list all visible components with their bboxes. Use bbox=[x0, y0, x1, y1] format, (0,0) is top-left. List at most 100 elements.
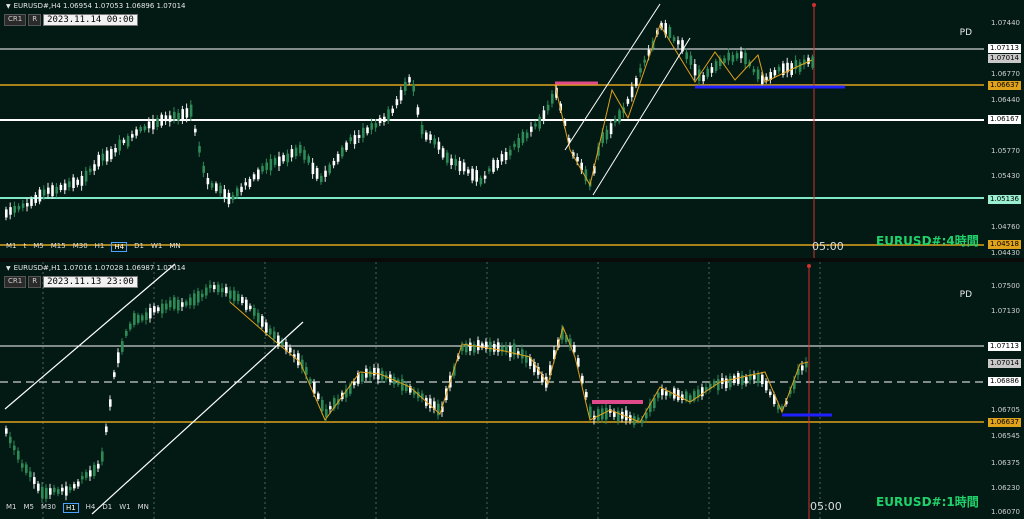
candle-body bbox=[349, 137, 352, 142]
candle-body bbox=[265, 162, 268, 170]
candle-body bbox=[373, 368, 376, 376]
cr1-button[interactable]: CR1 bbox=[4, 14, 27, 26]
candle-body bbox=[735, 53, 739, 59]
candle-body bbox=[118, 139, 121, 151]
h4-title-text: EURUSD#,H4 1.06954 1.07053 1.06896 1.070… bbox=[13, 2, 186, 10]
timeframe-mn[interactable]: MN bbox=[138, 503, 149, 513]
h1-watermark: EURUSD#:1時間 bbox=[876, 495, 979, 509]
candle-body bbox=[185, 108, 189, 118]
candle-body bbox=[345, 142, 348, 150]
h1-chart-pane[interactable]: ▼ EURUSD#,H1 1.07016 1.07028 1.06987 1.07… bbox=[0, 262, 1024, 519]
candle-body bbox=[357, 134, 361, 139]
candle-body bbox=[129, 323, 132, 330]
candle-body bbox=[614, 119, 617, 123]
timeframe-m15[interactable]: M15 bbox=[51, 242, 66, 252]
candle-body bbox=[77, 481, 80, 487]
h4-chart-title: ▼ EURUSD#,H4 1.06954 1.07053 1.06896 1.07… bbox=[6, 2, 186, 10]
timeframe-h1[interactable]: H1 bbox=[62, 503, 79, 513]
candle-body bbox=[585, 391, 588, 398]
channel-line bbox=[592, 37, 691, 196]
candle-body bbox=[332, 160, 336, 166]
timeframe-h4[interactable]: H4 bbox=[86, 503, 96, 513]
timeframe-m5[interactable]: M5 bbox=[33, 242, 44, 252]
h4-watermark: EURUSD#:4時間 bbox=[876, 234, 979, 248]
candle-body bbox=[717, 379, 720, 391]
candle-body bbox=[753, 375, 756, 380]
candle-body bbox=[209, 284, 212, 289]
h1-chart-canvas[interactable] bbox=[0, 262, 1024, 519]
h4-price-axis[interactable]: 1.07440 1.07113 1.07014 1.06770 1.06637 … bbox=[984, 0, 1024, 258]
candle-body bbox=[17, 450, 20, 460]
candle-body bbox=[509, 346, 512, 358]
candle-body bbox=[727, 52, 730, 61]
timeframe-d1[interactable]: D1 bbox=[102, 503, 112, 513]
zigzag-line bbox=[229, 301, 809, 423]
candle-body bbox=[205, 287, 208, 296]
candle-body bbox=[294, 147, 298, 157]
candle-body bbox=[141, 315, 144, 321]
candle-body bbox=[665, 391, 668, 396]
timeframe-m1[interactable]: M1 bbox=[6, 503, 17, 513]
candle-body bbox=[493, 343, 496, 352]
timeframe-m30[interactable]: M30 bbox=[41, 503, 56, 513]
price-box: 1.07113 bbox=[988, 342, 1021, 351]
cr1-button[interactable]: CR1 bbox=[4, 276, 27, 288]
candle-body bbox=[488, 168, 491, 172]
candle-body bbox=[257, 169, 260, 180]
candle-body bbox=[265, 322, 268, 333]
collapse-icon[interactable]: ▼ bbox=[6, 265, 11, 272]
candle-body bbox=[42, 189, 46, 196]
r-button[interactable]: R bbox=[28, 14, 42, 26]
axis-tick: 1.06440 bbox=[991, 96, 1020, 104]
candle-body bbox=[765, 76, 768, 81]
timeframe-m1[interactable]: M1 bbox=[6, 242, 17, 252]
candle-body bbox=[9, 436, 12, 444]
candle-body bbox=[121, 341, 124, 352]
timeframe-h1[interactable]: H1 bbox=[95, 242, 105, 252]
candle-body bbox=[387, 109, 390, 121]
candle-body bbox=[201, 293, 204, 298]
timeframe-m30[interactable]: M30 bbox=[73, 242, 88, 252]
candle-body bbox=[181, 109, 184, 121]
h4-chart-pane[interactable]: ▼ EURUSD#,H4 1.06954 1.07053 1.06896 1.07… bbox=[0, 0, 1024, 258]
candle-body bbox=[374, 123, 378, 128]
candle-body bbox=[765, 380, 768, 391]
price-box: 1.05136 bbox=[988, 195, 1021, 204]
candle-body bbox=[450, 158, 453, 165]
timeframe-h4[interactable]: H4 bbox=[111, 242, 128, 252]
candle-body bbox=[165, 303, 168, 310]
candle-body bbox=[168, 115, 172, 122]
candle-body bbox=[177, 113, 180, 121]
candle-body bbox=[152, 119, 155, 130]
candle-body bbox=[237, 294, 240, 302]
timeframe-t[interactable]: t bbox=[24, 242, 27, 252]
candle-body bbox=[113, 372, 116, 377]
timeframe-d1[interactable]: D1 bbox=[134, 242, 144, 252]
candle-body bbox=[370, 123, 373, 130]
candle-body bbox=[425, 132, 428, 140]
candle-body bbox=[85, 472, 88, 478]
candle-body bbox=[757, 373, 760, 383]
r-button[interactable]: R bbox=[28, 276, 42, 288]
candle-body bbox=[756, 69, 760, 80]
candle-body bbox=[185, 301, 188, 306]
candle-body bbox=[160, 114, 163, 126]
collapse-icon[interactable]: ▼ bbox=[6, 3, 11, 10]
candle-body bbox=[773, 70, 777, 76]
candle-body bbox=[573, 345, 576, 353]
timeframe-w1[interactable]: W1 bbox=[151, 242, 162, 252]
timeframe-m5[interactable]: M5 bbox=[24, 503, 35, 513]
timeframe-mn[interactable]: MN bbox=[169, 242, 180, 252]
timeframe-w1[interactable]: W1 bbox=[119, 503, 130, 513]
h4-chart-canvas[interactable] bbox=[0, 0, 1024, 258]
candle-body bbox=[145, 312, 148, 320]
candle-body bbox=[525, 132, 529, 139]
candle-body bbox=[336, 154, 340, 162]
h1-price-axis[interactable]: 1.07500 1.07130 1.07113 1.07014 1.06886 … bbox=[984, 262, 1024, 519]
candle-body bbox=[505, 345, 508, 352]
candle-body bbox=[219, 185, 222, 194]
candle-body bbox=[685, 391, 688, 401]
h4-toolbar: CR1 R 2023.11.14 00:00 bbox=[4, 14, 138, 26]
h1-time-label: 05:00 bbox=[810, 500, 842, 513]
candle-body bbox=[273, 158, 277, 165]
